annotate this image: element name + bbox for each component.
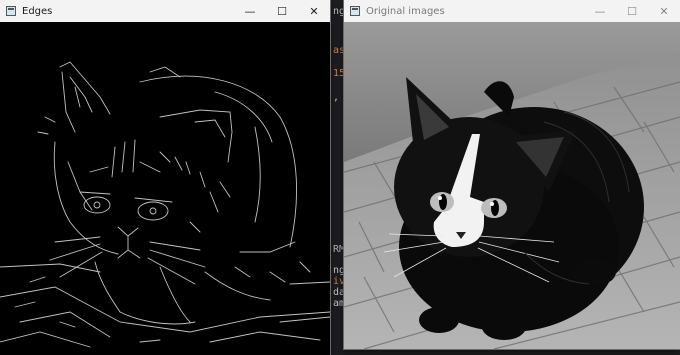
cat-photo [344,22,680,349]
minimize-button[interactable]: — [234,0,266,22]
window-app-icon [350,6,360,16]
maximize-button[interactable]: ☐ [616,0,648,22]
original-image [344,22,680,349]
close-button[interactable]: ✕ [648,0,680,22]
edge-map-canvas [0,22,330,355]
window-title: Edges [22,5,53,17]
original-images-window[interactable]: Original images — ☐ ✕ [344,0,680,349]
window-title: Original images [366,5,445,17]
edges-image [0,22,330,355]
close-button[interactable]: ✕ [298,0,330,22]
window-app-icon [6,6,16,16]
maximize-button[interactable]: ☐ [266,0,298,22]
edges-window[interactable]: Edges — ☐ ✕ [0,0,330,355]
minimize-button[interactable]: — [584,0,616,22]
edges-titlebar[interactable]: Edges — ☐ ✕ [0,0,330,22]
original-titlebar[interactable]: Original images — ☐ ✕ [344,0,680,22]
